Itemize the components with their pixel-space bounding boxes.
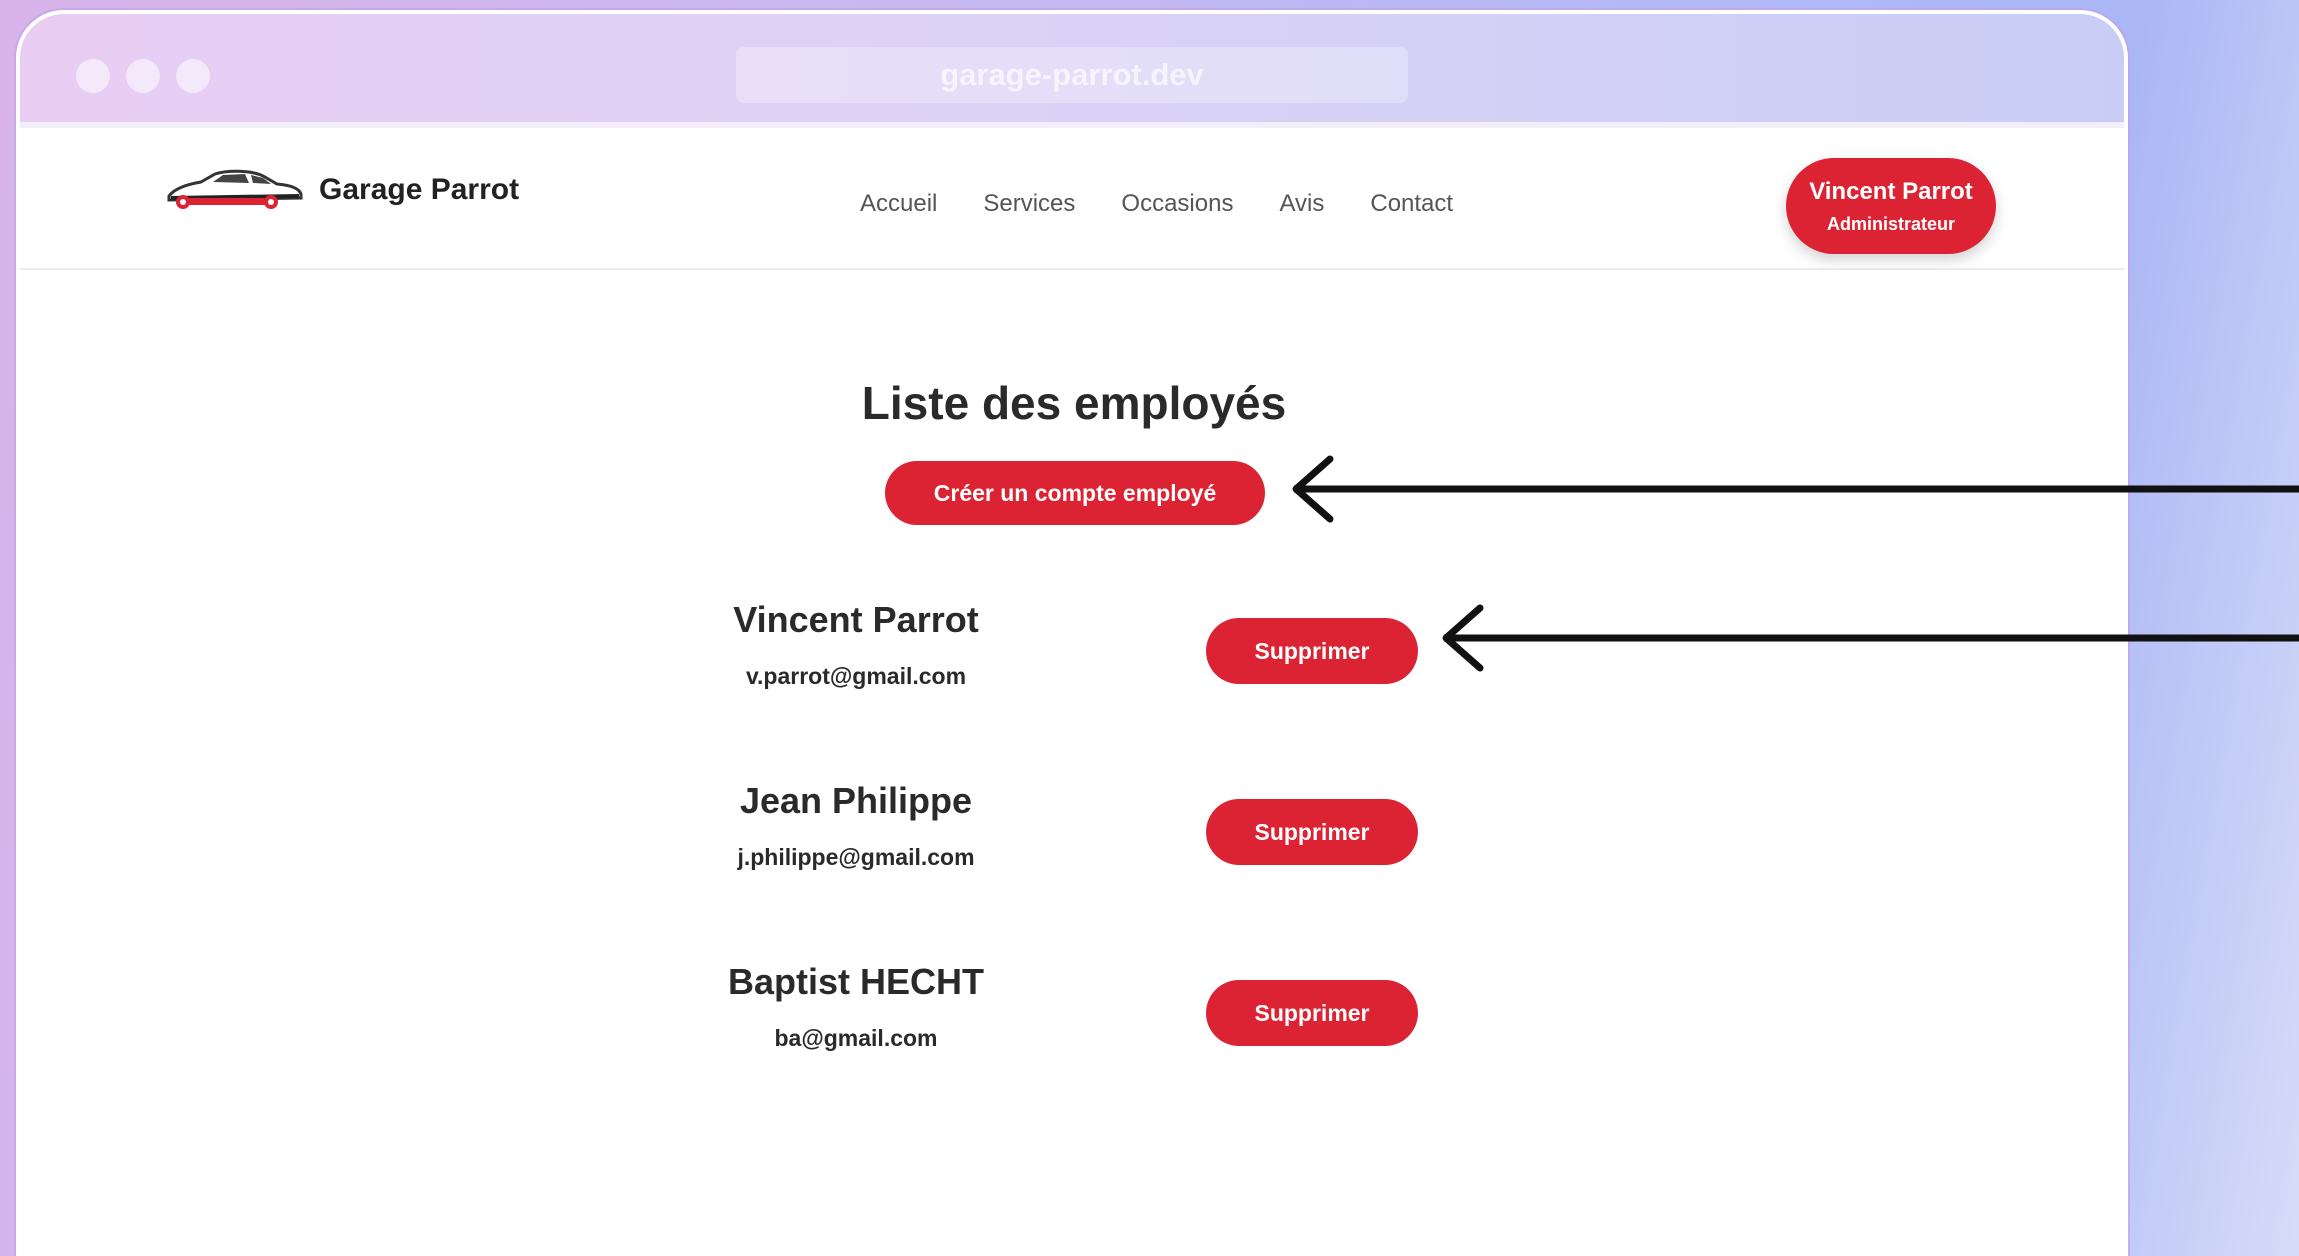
user-account-button[interactable]: Vincent Parrot Administrateur xyxy=(1786,158,1996,254)
annotation-arrow-delete-icon xyxy=(1442,604,2299,672)
window-minimize-dot[interactable] xyxy=(126,59,160,93)
user-role: Administrateur xyxy=(1826,213,1956,234)
nav-avis[interactable]: Avis xyxy=(1279,190,1324,218)
car-wrench-logo-icon xyxy=(167,169,303,209)
delete-employee-button[interactable]: Supprimer xyxy=(1206,980,1418,1046)
employee-name: Vincent Parrot xyxy=(733,599,979,640)
employee-email: ba@gmail.com xyxy=(774,1025,938,1051)
employee-name: Baptist HECHT xyxy=(727,961,984,1002)
user-name: Vincent Parrot xyxy=(1809,177,1973,205)
brand-name: Garage Parrot xyxy=(319,173,520,206)
employee-email: v.parrot@gmail.com xyxy=(745,663,967,689)
browser-titlebar: garage-parrot.dev xyxy=(20,14,2124,128)
window-close-dot[interactable] xyxy=(76,59,110,93)
window-maximize-dot[interactable] xyxy=(176,59,210,93)
employee-item: Jean Philippe j.philippe@gmail.com xyxy=(680,780,1032,871)
delete-employee-button[interactable]: Supprimer xyxy=(1206,799,1418,865)
page-title: Liste des employés xyxy=(861,377,1287,429)
delete-employee-button[interactable]: Supprimer xyxy=(1206,618,1418,684)
nav-services[interactable]: Services xyxy=(983,190,1075,218)
employee-item: Vincent Parrot v.parrot@gmail.com xyxy=(680,599,1032,690)
employee-name: Jean Philippe xyxy=(739,780,973,821)
main-nav: Accueil Services Occasions Avis Contact xyxy=(860,190,1453,218)
address-bar[interactable]: garage-parrot.dev xyxy=(736,47,1408,103)
create-employee-button[interactable]: Créer un compte employé xyxy=(885,461,1265,525)
brand-logo-link[interactable]: Garage Parrot xyxy=(165,168,519,212)
employee-email: j.philippe@gmail.com xyxy=(737,844,975,870)
nav-occasions[interactable]: Occasions xyxy=(1121,190,1233,218)
employee-item: Baptist HECHT ba@gmail.com xyxy=(680,961,1032,1052)
site-header: Garage Parrot Accueil Services Occasions… xyxy=(20,128,2124,270)
annotation-arrow-create-icon xyxy=(1292,455,2299,523)
nav-accueil[interactable]: Accueil xyxy=(860,190,937,218)
nav-contact[interactable]: Contact xyxy=(1370,190,1453,218)
